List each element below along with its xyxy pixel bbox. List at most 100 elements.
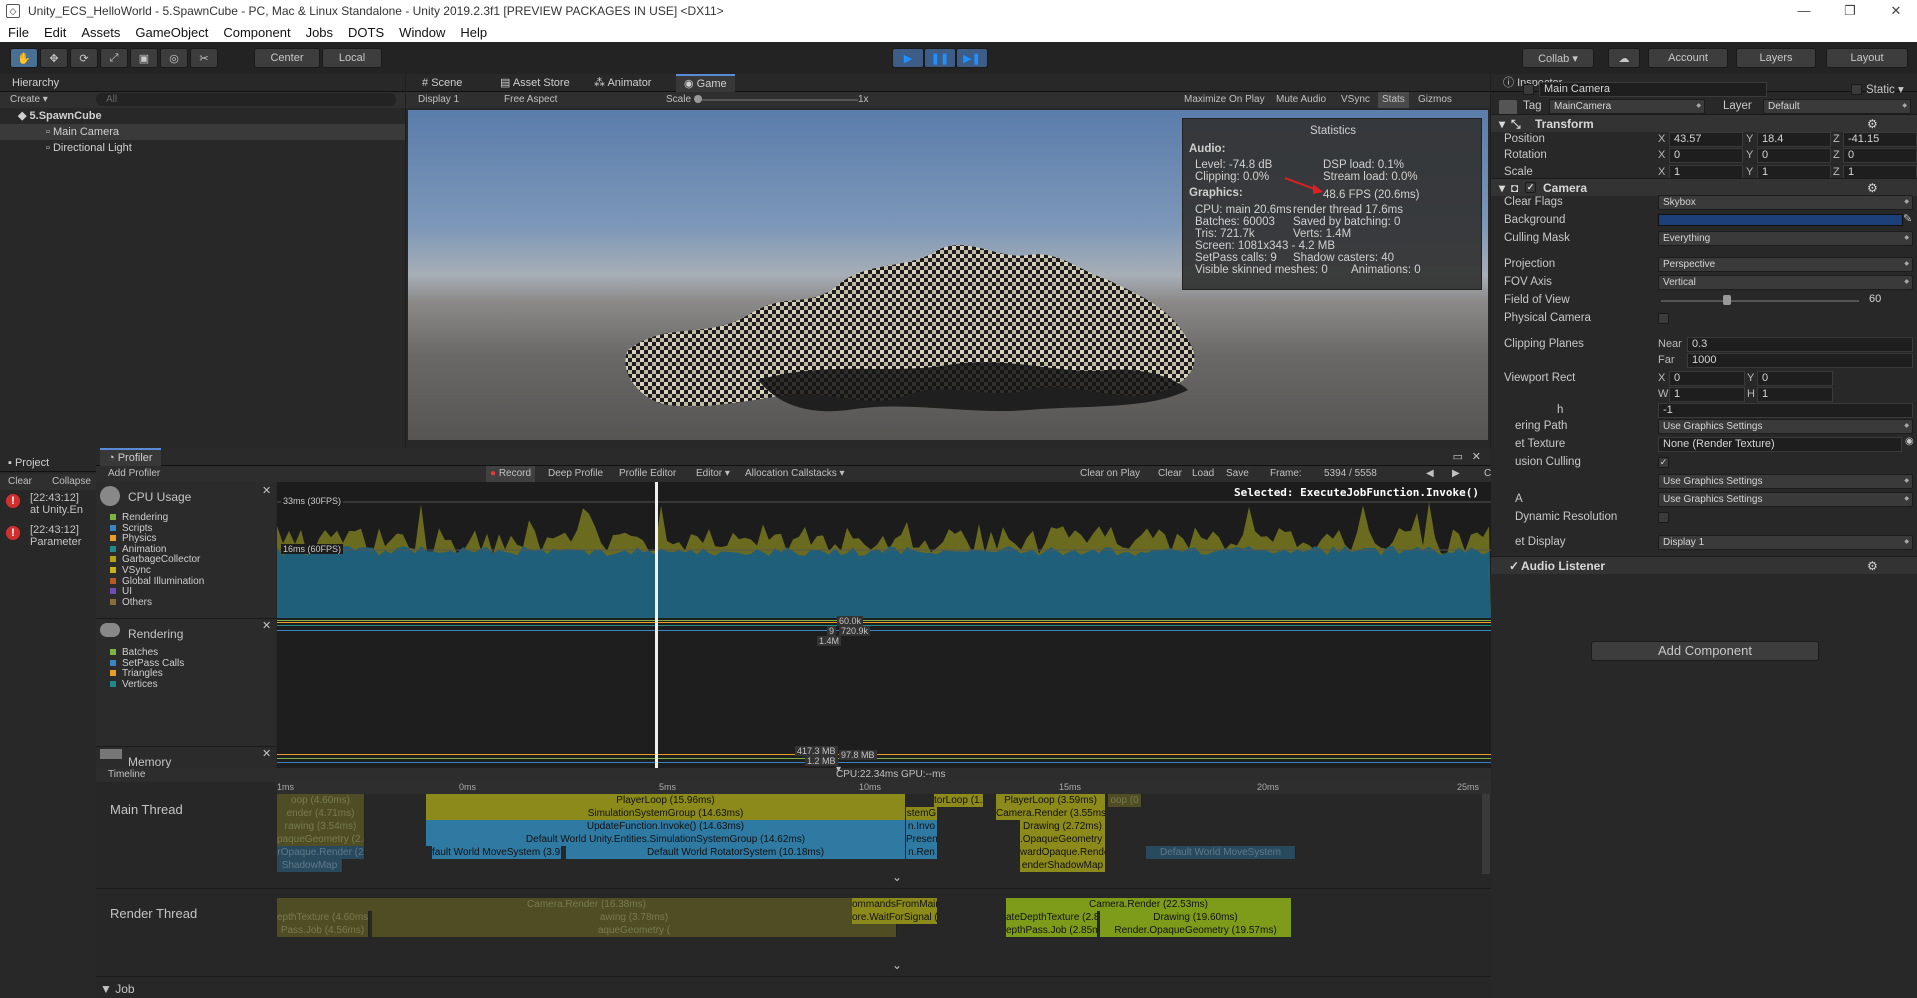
scale-slider[interactable] (698, 99, 858, 101)
play-button[interactable]: ▶ (892, 48, 924, 68)
timeline-sample[interactable]: Drawing (19.60ms) (1100, 911, 1292, 924)
far-input[interactable]: 1000 (1687, 353, 1913, 368)
timeline-sample[interactable]: Present (906, 833, 938, 846)
timeline-sample[interactable]: wardOpaque.Render (1020, 846, 1106, 859)
timeline-sample[interactable]: fault World MoveSystem (3.97r (432, 846, 562, 859)
object-name-input[interactable]: Main Camera (1539, 82, 1767, 97)
menu-component[interactable]: Component (223, 25, 290, 40)
fov-slider-thumb[interactable] (1723, 295, 1731, 305)
msaa-dropdown[interactable]: Use Graphics Settings (1658, 492, 1913, 507)
audio-listener-header[interactable]: ✓ Audio Listener ⚙ (1491, 556, 1917, 574)
timeline-view[interactable]: 1ms 0ms 5ms 10ms 15ms 20ms 25ms Main Thr… (96, 782, 1491, 998)
hand-tool-icon[interactable]: ✋ (10, 48, 38, 68)
viewport-x-input[interactable]: 0 (1669, 371, 1745, 386)
legend-item[interactable]: Scripts (110, 523, 153, 534)
timeline-sample[interactable]: aqueGeometry ( (372, 924, 897, 937)
timeline-sample[interactable]: PlayerLoop (3.59ms) (996, 794, 1106, 807)
timeline-scrollbar[interactable] (1482, 794, 1490, 874)
fov-slider[interactable] (1661, 300, 1859, 302)
memory-module[interactable]: Memory ✕ (96, 746, 276, 769)
editor-target-dropdown[interactable]: Editor ▾ (696, 466, 730, 482)
foldout-icon[interactable]: ▾ (1499, 117, 1505, 131)
target-texture-field[interactable]: None (Render Texture) (1658, 437, 1902, 452)
timeline-sample[interactable]: awing (3.78ms) (372, 911, 897, 924)
view-mode-dropdown[interactable]: Timeline (108, 768, 145, 782)
viewport-w-input[interactable]: 1 (1669, 387, 1745, 402)
component-settings-icon[interactable]: ⚙ (1867, 559, 1878, 573)
timeline-sample[interactable]: Render.OpaqueGeometry (19.57ms) (1100, 924, 1292, 937)
background-color-swatch[interactable] (1658, 214, 1903, 226)
tab-hierarchy[interactable]: Hierarchy (4, 74, 67, 92)
timeline-sample[interactable]: n.Invo (906, 820, 938, 833)
physical-camera-checkbox[interactable] (1658, 313, 1669, 324)
rendering-module[interactable]: Rendering ✕ Batches SetPass Calls Triangle… (96, 618, 276, 746)
profiler-close-icon[interactable]: ✕ (1472, 450, 1481, 463)
legend-item[interactable]: Rendering (110, 512, 168, 523)
transform-header[interactable]: ▾ ⤡ Transform ⚙ (1491, 114, 1917, 132)
job-group-label[interactable]: ▼ Job (100, 982, 135, 996)
cpu-usage-chart[interactable]: 33ms (30FPS) 16ms (60FPS) Selected: Exec… (277, 482, 1491, 618)
tag-dropdown[interactable]: MainCamera (1549, 99, 1705, 114)
minimize-button[interactable]: — (1781, 0, 1827, 22)
culling-mask-dropdown[interactable]: Everything (1658, 231, 1913, 246)
timeline-sample[interactable]: epthPass.Job (2.85ms) (1006, 924, 1098, 937)
layout-dropdown[interactable]: Layout (1826, 48, 1908, 68)
close-module-icon[interactable]: ✕ (262, 747, 271, 760)
deep-profile-button[interactable]: Deep Profile (548, 466, 603, 482)
fov-axis-dropdown[interactable]: Vertical (1658, 275, 1913, 290)
menu-assets[interactable]: Assets (81, 25, 120, 40)
timeline-sample[interactable]: paqueGeometry (2.41 (277, 833, 365, 846)
menu-help[interactable]: Help (460, 25, 487, 40)
pivot-center-button[interactable]: Center (254, 48, 320, 68)
timeline-sample[interactable]: UpdateFunction.Invoke() (14.63ms) (426, 820, 906, 833)
legend-item[interactable]: Global Illumination (110, 576, 204, 587)
layers-dropdown[interactable]: Layers (1736, 48, 1816, 68)
game-viewport[interactable]: Statistics Audio: Level: -74.8 dB Clippi… (408, 110, 1488, 440)
static-checkbox[interactable] (1851, 84, 1862, 95)
timeline-sample[interactable]: rOpaque.Render (2 (277, 846, 365, 859)
active-checkbox[interactable] (1523, 84, 1534, 95)
timeline-sample[interactable]: oop (4.60ms) (277, 794, 365, 807)
tree-item-directional-light[interactable]: ▫ Directional Light (46, 140, 132, 156)
menu-edit[interactable]: Edit (44, 25, 66, 40)
timeline-sample[interactable]: Pass.Job (4.56ms) (277, 924, 369, 937)
timeline-sample[interactable]: Default World Unity.Entities.SimulationS… (426, 833, 906, 846)
account-dropdown[interactable]: Account (1648, 48, 1728, 68)
timeline-sample[interactable]: n.Ren (906, 846, 938, 859)
pause-button[interactable]: ❚❚ (924, 48, 956, 68)
collab-button[interactable]: Collab ▾ (1522, 48, 1594, 68)
object-picker-icon[interactable]: ◉ (1905, 436, 1914, 447)
timeline-sample[interactable]: SimulationSystemGroup (14.63ms) (426, 807, 906, 820)
projection-dropdown[interactable]: Perspective (1658, 257, 1913, 272)
display-dropdown[interactable]: Display 1 (418, 92, 459, 108)
tab-project[interactable]: ▪ Project (0, 454, 57, 472)
component-settings-icon[interactable]: ⚙ (1867, 117, 1878, 131)
step-button[interactable]: ▶❚ (956, 48, 988, 68)
rotation-z-input[interactable]: 0 (1843, 148, 1917, 163)
timeline-sample[interactable]: Camera.Render (16.38ms) (277, 898, 897, 911)
timeline-sample[interactable]: ShadowMap (277, 859, 343, 872)
expand-chevron-icon[interactable]: ⌄ (892, 870, 902, 884)
depth-input[interactable]: -1 (1658, 403, 1913, 418)
timeline-sample[interactable]: ender (4.71ms) (277, 807, 365, 820)
occlusion-culling-checkbox[interactable]: ✓ (1658, 457, 1669, 468)
memory-chart[interactable]: 417.3 MB 97.8 MB 1.2 MB (277, 746, 1491, 768)
pivot-local-button[interactable]: Local (322, 48, 382, 68)
viewport-y-input[interactable]: 0 (1757, 371, 1833, 386)
fov-input[interactable]: 60 (1865, 293, 1913, 308)
clear-flags-dropdown[interactable]: Skybox (1658, 195, 1913, 210)
position-x-input[interactable]: 43.57 (1669, 132, 1743, 147)
timeline-sample[interactable]: ore.WaitForSignal (2 (852, 911, 938, 924)
timeline-sample[interactable]: torLoop (1.75 (934, 794, 984, 807)
console-log-1[interactable]: ! [22:43:12] at Unity.En (0, 490, 96, 522)
legend-item[interactable]: VSync (110, 565, 151, 576)
expand-chevron-icon[interactable]: ⌄ (892, 958, 902, 972)
close-module-icon[interactable]: ✕ (262, 619, 271, 632)
tab-profiler[interactable]: ◔ Profiler (100, 448, 161, 466)
rect-tool-icon[interactable]: ▣ (130, 48, 158, 68)
legend-item[interactable]: Batches (110, 647, 158, 658)
component-settings-icon[interactable]: ⚙ (1867, 181, 1878, 195)
menu-dots[interactable]: DOTS (348, 25, 384, 40)
console-clear-button[interactable]: Clear (8, 474, 32, 490)
mute-audio-toggle[interactable]: Mute Audio (1276, 92, 1326, 108)
